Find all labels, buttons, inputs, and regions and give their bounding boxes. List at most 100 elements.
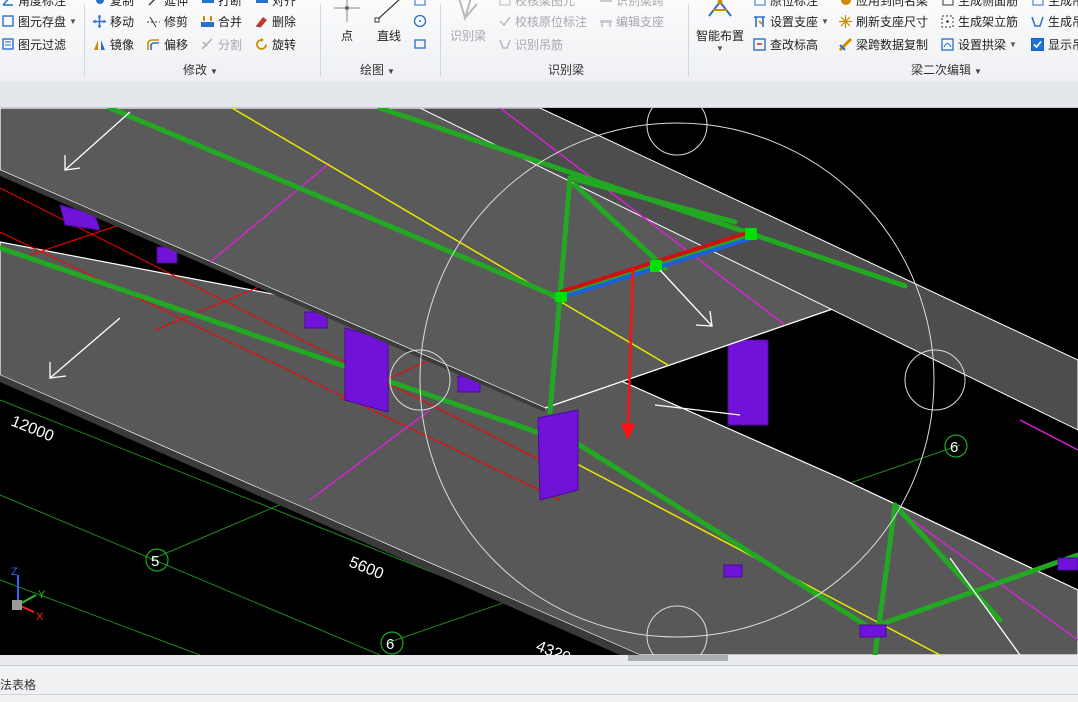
- offset-icon: [146, 37, 161, 52]
- secondary-toolbar-strip: [0, 81, 1078, 108]
- smart-layout-icon: [704, 0, 736, 24]
- checkbox-checked-icon: [1030, 37, 1045, 52]
- 3d-model-viewport[interactable]: 12000 5600 4320 5 6 6 Z Y X: [0, 108, 1078, 655]
- apply-same-name-button[interactable]: 应用到同名梁: [838, 0, 928, 9]
- hanger-icon: [497, 37, 512, 52]
- group-separator: [320, 4, 321, 76]
- support-icon: [752, 14, 767, 29]
- mirror-button[interactable]: 镜像: [92, 35, 134, 53]
- merge-button[interactable]: 合并: [200, 12, 242, 30]
- svg-text:5: 5: [151, 553, 159, 570]
- divider: [0, 694, 1078, 695]
- chevron-down-icon: ▼: [387, 67, 395, 76]
- svg-text:Y: Y: [38, 589, 46, 601]
- beam-edit-group-label[interactable]: 梁二次编辑 ▼: [911, 61, 982, 78]
- point-icon: [331, 0, 363, 24]
- check-icon: [497, 0, 512, 8]
- original-annotation-button[interactable]: 原位标注: [752, 0, 818, 9]
- point-button[interactable]: 点: [331, 0, 363, 44]
- gen-stirrup-button[interactable]: 生成架立筋: [940, 12, 1018, 30]
- move-button[interactable]: 移动: [92, 12, 134, 30]
- merge-icon: [200, 14, 215, 29]
- chevron-down-icon: ▼: [210, 67, 218, 76]
- split-icon: [200, 37, 215, 52]
- extend-icon: [146, 0, 161, 8]
- edit-support-button[interactable]: 编辑支座: [598, 12, 664, 30]
- line-button[interactable]: 直线: [373, 0, 405, 44]
- smart-layout-button[interactable]: 智能布置 ▼: [696, 0, 744, 53]
- modify-group-label[interactable]: 修改 ▼: [183, 61, 218, 78]
- draw-option-1-button[interactable]: [412, 0, 430, 9]
- angle-annotate-button[interactable]: 角度标注: [0, 0, 66, 9]
- horizontal-scrollbar[interactable]: [0, 655, 1078, 665]
- gen-side-rebar-button[interactable]: 生成侧面筋: [940, 0, 1018, 9]
- draw-circle-button[interactable]: [412, 12, 430, 30]
- beam-span-copy-button[interactable]: 梁跨数据复制: [838, 35, 928, 53]
- dropdown-arrow-icon: ▼: [821, 16, 829, 26]
- draw-group-label[interactable]: 绘图 ▼: [360, 61, 395, 78]
- move-icon: [92, 14, 107, 29]
- refresh-support-size-button[interactable]: 刷新支座尺寸: [838, 12, 928, 30]
- elevation-icon: [752, 37, 767, 52]
- beam-grip-handle[interactable]: [555, 292, 567, 302]
- check-beam-element-button[interactable]: 校核梁图元: [497, 0, 575, 9]
- check-original-annotation-button[interactable]: 校核原位标注: [497, 12, 587, 30]
- ribbon-toolbar: 角度标注 图元存盘 ▼ 图元过滤 复制 延伸 打断 对齐 移动 修剪 合并 删除…: [0, 0, 1078, 82]
- model-drawing[interactable]: 12000 5600 4320 5 6 6 Z Y X: [0, 108, 1078, 655]
- apply-icon: [838, 0, 853, 8]
- dropdown-arrow-icon: ▼: [716, 44, 724, 53]
- trim-button[interactable]: 修剪: [146, 12, 188, 30]
- copy-icon: [92, 0, 107, 8]
- save-icon: [0, 14, 15, 29]
- dropdown-arrow-icon: ▼: [1009, 39, 1017, 49]
- beam-span-icon: [598, 0, 613, 8]
- identify-beam-group-label: 识别梁: [548, 63, 585, 77]
- offset-button[interactable]: 偏移: [146, 35, 188, 53]
- extend-button[interactable]: 延伸: [146, 0, 188, 9]
- identify-beam-icon: [452, 0, 484, 24]
- filter-icon: [0, 37, 15, 52]
- break-button[interactable]: 打断: [200, 0, 242, 9]
- svg-text:6: 6: [950, 439, 958, 456]
- check-elevation-button[interactable]: 查改标高: [752, 35, 818, 53]
- svg-text:X: X: [36, 611, 44, 623]
- bottom-panel: 法表格: [0, 665, 1078, 702]
- rotate-button[interactable]: 旋转: [254, 35, 296, 53]
- group-separator: [84, 4, 85, 76]
- coordinate-axis-indicator: Z Y X: [11, 566, 46, 623]
- split-button[interactable]: 分割: [200, 35, 242, 53]
- hanger-gen-icon: [1030, 0, 1045, 8]
- beam-grip-handle[interactable]: [745, 228, 757, 240]
- draw-rectangle-button[interactable]: [412, 35, 430, 53]
- identify-hanger-button[interactable]: 识别吊筋: [497, 35, 563, 53]
- dimension-text-4320: 4320: [534, 638, 573, 655]
- align-button[interactable]: 对齐: [254, 0, 296, 9]
- save-element-button[interactable]: 图元存盘 ▼: [0, 12, 77, 30]
- refresh-icon: [838, 14, 853, 29]
- dimension-text-12000: 12000: [9, 413, 57, 445]
- shape-icon: [412, 0, 427, 8]
- svg-text:Z: Z: [11, 566, 18, 578]
- filter-element-button[interactable]: 图元过滤: [0, 35, 66, 53]
- gen-hanger-button-1[interactable]: 生成吊: [1030, 0, 1078, 9]
- copy-button[interactable]: 复制: [92, 0, 134, 9]
- circle-icon: [412, 14, 427, 29]
- scrollbar-thumb[interactable]: [628, 655, 728, 661]
- show-hanger-checkbox[interactable]: 显示吊: [1030, 35, 1078, 53]
- grid-axis-bubble: 6: [944, 434, 968, 458]
- identify-beam-span-button[interactable]: 识别梁跨: [598, 0, 664, 9]
- group-separator: [688, 4, 689, 76]
- line-icon: [373, 0, 405, 24]
- set-arch-beam-button[interactable]: 设置拱梁 ▼: [940, 35, 1017, 53]
- set-support-button[interactable]: 设置支座 ▼: [752, 12, 829, 30]
- dropdown-arrow-icon: ▼: [69, 16, 77, 26]
- edit-support-icon: [598, 14, 613, 29]
- bottom-panel-tab[interactable]: 法表格: [0, 676, 36, 693]
- gen-hanger-button-2[interactable]: 生成吊: [1030, 12, 1078, 30]
- delete-button[interactable]: 删除: [254, 12, 296, 30]
- copy-data-icon: [838, 37, 853, 52]
- identify-beam-button[interactable]: 识别梁: [450, 0, 486, 44]
- svg-text:6: 6: [386, 636, 394, 653]
- trim-icon: [146, 14, 161, 29]
- annotation-icon: [752, 0, 767, 8]
